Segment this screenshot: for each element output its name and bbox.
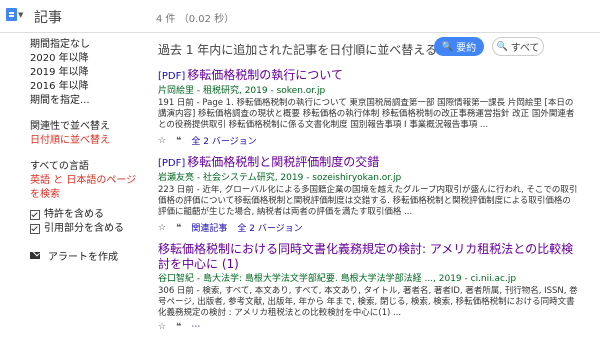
- versions-link[interactable]: 全 2 バージョン: [237, 221, 302, 234]
- sort-date[interactable]: 日付順に並べ替え: [30, 134, 148, 148]
- result-source: 谷口智紀 - 島大法学: 島根大学法文学部紀要. 島根大学法学部法経 ..., …: [158, 274, 517, 284]
- result-actions: ☆ ❝ ⋯: [158, 322, 578, 332]
- top-bar: ▼ 記事 4 件 （0.02 秒）: [0, 0, 600, 33]
- lang-en-ja-cont[interactable]: を検索: [30, 188, 148, 202]
- result-count: 4 件 （0.02 秒）: [156, 14, 235, 25]
- result-snippet: 306 日前 - 検索, すべて, 本文あり, すべて, 本文あり, タイトル,…: [158, 286, 578, 318]
- include-citations-label: 引用部分を含める: [44, 223, 124, 234]
- search-icon: 🔍: [496, 41, 508, 52]
- include-patents-label: 特許を含める: [44, 209, 104, 220]
- create-alert[interactable]: アラートを作成: [30, 248, 148, 263]
- search-icon: 🔍: [441, 41, 454, 52]
- checkbox-icon[interactable]: [30, 210, 40, 220]
- result-title[interactable]: 移転価格税制における同時文書化義務規定の検討: アメリカ租税法との比較検討を中心…: [158, 242, 578, 272]
- period-2020[interactable]: 2020 年以降: [30, 52, 148, 66]
- mail-icon: [30, 252, 40, 259]
- related-link[interactable]: 関連記事: [191, 221, 227, 234]
- star-icon[interactable]: ☆: [158, 322, 166, 332]
- star-icon[interactable]: ☆: [158, 223, 166, 233]
- result-actions: ☆ ❝ 全 2 バージョン: [158, 134, 578, 148]
- cite-icon[interactable]: ❝: [176, 322, 181, 332]
- results-list: [PDF] 移転価格税制の執行について 片岡絵里 - 租税研究, 2019 - s…: [158, 68, 578, 340]
- create-alert-label: アラートを作成: [48, 252, 118, 263]
- pdf-tag[interactable]: [PDF]: [158, 158, 185, 169]
- result-title-text[interactable]: 移転価格税制の執行について: [187, 68, 343, 82]
- result-title-text[interactable]: 移転価格税制と関税評価制度の交錯: [187, 155, 379, 169]
- include-patents[interactable]: 特許を含める: [30, 208, 148, 222]
- sidebar: 期間指定なし 2020 年以降 2019 年以降 2016 年以降 期間を指定.…: [30, 38, 148, 263]
- result-item: 移転価格税制における同時文書化義務規定の検討: アメリカ租税法との比較検討を中心…: [158, 242, 578, 332]
- period-any[interactable]: 期間指定なし: [30, 38, 148, 52]
- result-title-text[interactable]: 移転価格税制における同時文書化義務規定の検討: アメリカ租税法との比較検討を中心…: [158, 242, 573, 271]
- period-2019[interactable]: 2019 年以降: [30, 66, 148, 80]
- cite-icon[interactable]: ❝: [176, 136, 181, 146]
- result-title[interactable]: [PDF] 移転価格税制の執行について: [158, 68, 578, 84]
- all-button[interactable]: 🔍 すべて: [492, 37, 544, 56]
- page-title: 記事: [34, 10, 62, 26]
- result-title[interactable]: [PDF] 移転価格税制と関税評価制度の交錯: [158, 155, 578, 171]
- result-snippet: 223 日前 - 近年, グローバル化による多国籍企業の国境を越えたグループ内取…: [158, 185, 578, 217]
- summary-button[interactable]: 🔍 要約: [434, 37, 484, 56]
- lang-en-ja[interactable]: 英語 と 日本語のページ: [30, 174, 148, 188]
- versions-link[interactable]: 全 2 バージョン: [191, 134, 256, 147]
- cite-icon[interactable]: ❝: [176, 223, 181, 233]
- summary-label: 要約: [456, 43, 477, 54]
- result-snippet: 191 日前 - Page 1. 移転価格税制の執行について 東京国税局調査第一…: [158, 98, 575, 130]
- include-citations[interactable]: 引用部分を含める: [30, 222, 148, 236]
- lang-all[interactable]: すべての言語: [30, 160, 148, 174]
- checkbox-icon[interactable]: [30, 224, 40, 234]
- star-icon[interactable]: ☆: [158, 136, 166, 146]
- period-custom[interactable]: 期間を指定...: [30, 94, 148, 108]
- result-source: 岩瀬友亮 - 社会システム研究, 2019 - sozeishiryokan.o…: [158, 173, 402, 183]
- sort-relevance[interactable]: 関連性で並べ替え: [30, 120, 148, 134]
- result-source: 片岡絵里 - 租税研究, 2019 - soken.or.jp: [158, 86, 326, 96]
- caret-down-icon: ▼: [18, 11, 24, 19]
- pdf-tag[interactable]: [PDF]: [158, 71, 185, 82]
- sort-notice: 過去 1 年内に追加された記事を日付順に並べ替える: [158, 43, 437, 57]
- more-icon[interactable]: ⋯: [191, 322, 200, 332]
- result-item: [PDF] 移転価格税制の執行について 片岡絵里 - 租税研究, 2019 - s…: [158, 68, 578, 147]
- period-2016[interactable]: 2016 年以降: [30, 80, 148, 94]
- all-label: すべて: [510, 43, 540, 54]
- result-actions: ☆ ❝ 関連記事 全 2 バージョン: [158, 221, 578, 235]
- menu-logo-icon[interactable]: [6, 8, 17, 21]
- result-item: [PDF] 移転価格税制と関税評価制度の交錯 岩瀬友亮 - 社会システム研究, 2…: [158, 155, 578, 234]
